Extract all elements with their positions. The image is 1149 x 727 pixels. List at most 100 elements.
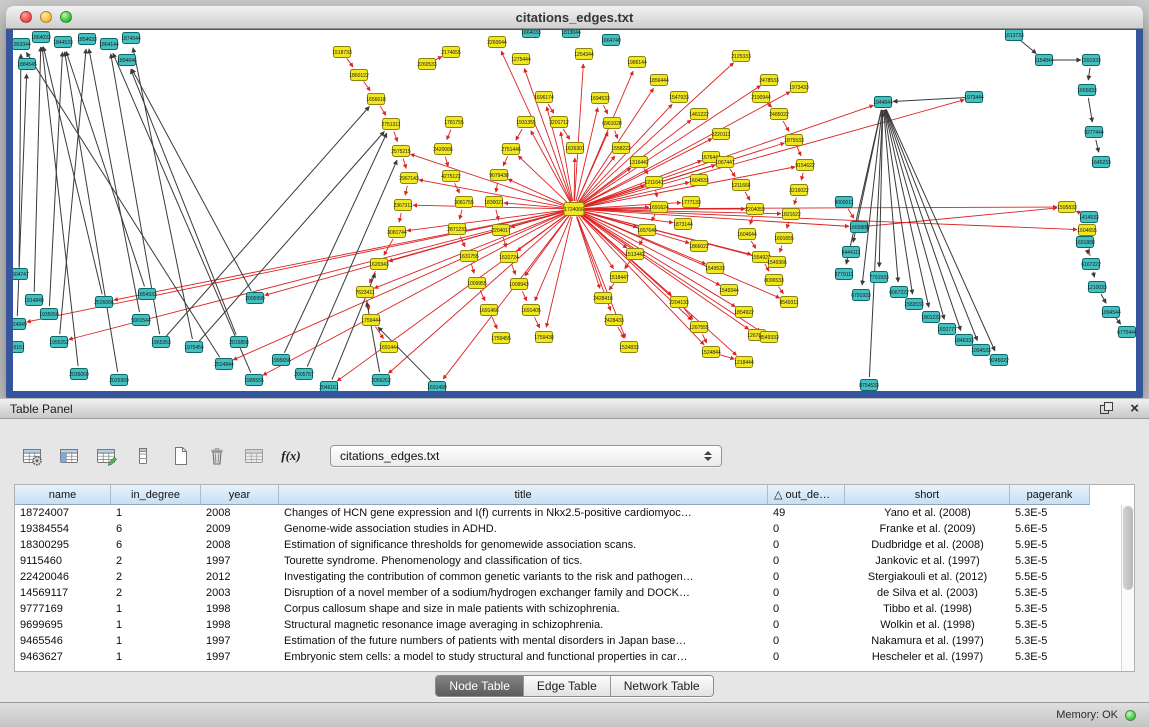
cell-pagerank[interactable]: 5.6E-5 — [1010, 523, 1090, 535]
graph-edge[interactable] — [534, 317, 539, 328]
graph-node[interactable]: 2526066 — [94, 297, 114, 308]
cell-in_degree[interactable]: 1 — [111, 651, 201, 663]
graph-node[interactable]: 1844533 — [53, 37, 73, 48]
graph-edge[interactable] — [460, 210, 462, 220]
graph-node[interactable]: 1656618 — [366, 94, 386, 105]
cell-year[interactable]: 2003 — [201, 587, 279, 599]
graph-node[interactable]: 6167222 — [1081, 259, 1101, 270]
graph-edge[interactable] — [563, 129, 570, 140]
graph-node[interactable]: 1866022 — [689, 241, 709, 252]
graph-node[interactable]: 1664033 — [521, 30, 541, 38]
graph-edge[interactable] — [480, 290, 485, 301]
graph-edge[interactable] — [535, 216, 571, 300]
graph-node[interactable]: 1626301 — [565, 143, 585, 154]
graph-node[interactable]: 1854633 — [77, 34, 97, 45]
graph-node[interactable]: 1853344 — [13, 39, 31, 50]
graph-edge[interactable] — [576, 217, 599, 289]
graph-node[interactable]: 1691655 — [774, 233, 794, 244]
graph-node[interactable]: 1856444 — [649, 75, 669, 86]
graph-node[interactable]: 1995656 — [271, 355, 291, 366]
graph-node[interactable]: 1518447 — [609, 272, 629, 283]
table-row[interactable]: 2242004622012Investigating the contribut… — [15, 569, 1134, 585]
graph-node[interactable]: 1986144 — [627, 57, 647, 68]
cell-title[interactable]: Embryonic stem cells: a model to study s… — [279, 651, 768, 663]
cell-title[interactable]: Structural magnetic resonance image aver… — [279, 619, 768, 631]
graph-edge[interactable] — [867, 208, 1057, 226]
graph-edge[interactable] — [399, 213, 401, 222]
graph-node[interactable]: 2204133 — [669, 297, 689, 308]
cell-pagerank[interactable]: 5.3E-5 — [1010, 603, 1090, 615]
graph-node[interactable]: 1604644 — [737, 229, 757, 240]
graph-node[interactable]: 6067222 — [889, 287, 909, 298]
cell-in_degree[interactable]: 1 — [111, 635, 201, 647]
graph-node[interactable]: 2260644 — [487, 37, 507, 48]
cell-year[interactable]: 2009 — [201, 523, 279, 535]
cell-title[interactable]: Tourette syndrome. Phenomenology and cla… — [279, 555, 768, 567]
graph-node[interactable]: 2420066 — [433, 144, 453, 155]
close-panel-icon[interactable]: × — [1130, 403, 1139, 415]
graph-node[interactable]: 1620343 — [369, 259, 389, 270]
graph-node[interactable]: 1696174 — [534, 92, 554, 103]
delete-table-icon[interactable] — [203, 442, 231, 470]
cell-out_degree[interactable]: 0 — [768, 635, 845, 647]
graph-node[interactable]: 1691777 — [937, 324, 957, 335]
graph-edge[interactable] — [394, 132, 398, 142]
graph-edge[interactable] — [347, 58, 353, 67]
graph-node[interactable]: 1549366 — [767, 257, 787, 268]
close-button[interactable] — [20, 11, 32, 23]
graph-node[interactable]: 1904747 — [13, 269, 29, 280]
graph-node[interactable]: 1985555 — [244, 375, 264, 386]
graph-node[interactable]: 1691444 — [379, 342, 399, 353]
table-row[interactable]: 946362711997Embryonic stem cells: a mode… — [15, 649, 1134, 665]
graph-node[interactable]: 8549311 — [779, 297, 798, 308]
graph-node[interactable]: 1414533 — [1079, 212, 1099, 223]
cell-year[interactable]: 1997 — [201, 651, 279, 663]
graph-node[interactable]: 2036060 — [69, 369, 89, 380]
tab-node-table[interactable]: Node Table — [436, 676, 524, 696]
graph-node[interactable]: 1211641 — [644, 177, 663, 188]
graph-edge[interactable] — [403, 159, 406, 169]
graph-node[interactable]: 2174655 — [441, 47, 461, 58]
graph-node[interactable]: 1631755 — [459, 251, 479, 262]
graph-node[interactable]: 1973433 — [789, 82, 809, 93]
graph-node[interactable]: 1210033 — [1087, 282, 1107, 293]
cell-out_degree[interactable]: 0 — [768, 523, 845, 535]
cell-year[interactable]: 1997 — [201, 635, 279, 647]
graph-node[interactable]: 3216022 — [789, 185, 809, 196]
graph-edge[interactable] — [447, 129, 451, 139]
cell-year[interactable]: 1998 — [201, 603, 279, 615]
cell-pagerank[interactable]: 5.5E-5 — [1010, 571, 1090, 583]
graph-node[interactable]: 1973444 — [964, 92, 984, 103]
graph-node[interactable]: 2204055 — [745, 204, 765, 215]
graph-node[interactable]: 1275444 — [511, 54, 531, 65]
graph-node[interactable]: 1067447 — [715, 157, 735, 168]
graph-node[interactable]: 1549533 — [705, 263, 725, 274]
graph-node[interactable]: 2367311 — [393, 200, 412, 211]
cell-title[interactable]: Corpus callosum shape and size in male p… — [279, 603, 768, 615]
graph-edge[interactable] — [702, 334, 706, 343]
table-scrollbar[interactable] — [1121, 505, 1134, 671]
graph-node[interactable]: 1944844 — [873, 97, 893, 108]
cell-pagerank[interactable]: 5.9E-5 — [1010, 539, 1090, 551]
graph-node[interactable]: 1965353 — [151, 337, 171, 348]
graph-node[interactable]: 9277444 — [1084, 127, 1104, 138]
network-graph[interactable]: 1724066169617432017121626301169453369610… — [13, 30, 1136, 391]
graph-node[interactable]: 1631724 — [499, 252, 519, 263]
cell-name[interactable]: 22420046 — [15, 571, 111, 583]
graph-edge[interactable] — [166, 106, 369, 336]
graph-node[interactable]: 1694533 — [590, 93, 610, 104]
tab-network-table[interactable]: Network Table — [611, 676, 713, 696]
graph-node[interactable]: 7623411 — [355, 287, 374, 298]
graph-node[interactable]: 1691888 — [1075, 237, 1095, 248]
graph-node[interactable]: 1875533 — [784, 135, 804, 146]
zoom-button[interactable] — [60, 11, 72, 23]
graph-node[interactable]: 1583533 — [904, 299, 924, 310]
graph-node[interactable]: 1604655 — [1077, 225, 1097, 236]
graph-node[interactable]: 1777133 — [681, 197, 701, 208]
cell-name[interactable]: 14569117 — [15, 587, 111, 599]
graph-node[interactable]: 1604533 — [689, 175, 709, 186]
graph-edge[interactable] — [751, 241, 756, 249]
graph-edge[interactable] — [580, 214, 737, 355]
cell-pagerank[interactable]: 5.3E-5 — [1010, 635, 1090, 647]
cell-title[interactable]: Genome-wide association studies in ADHD. — [279, 523, 768, 535]
